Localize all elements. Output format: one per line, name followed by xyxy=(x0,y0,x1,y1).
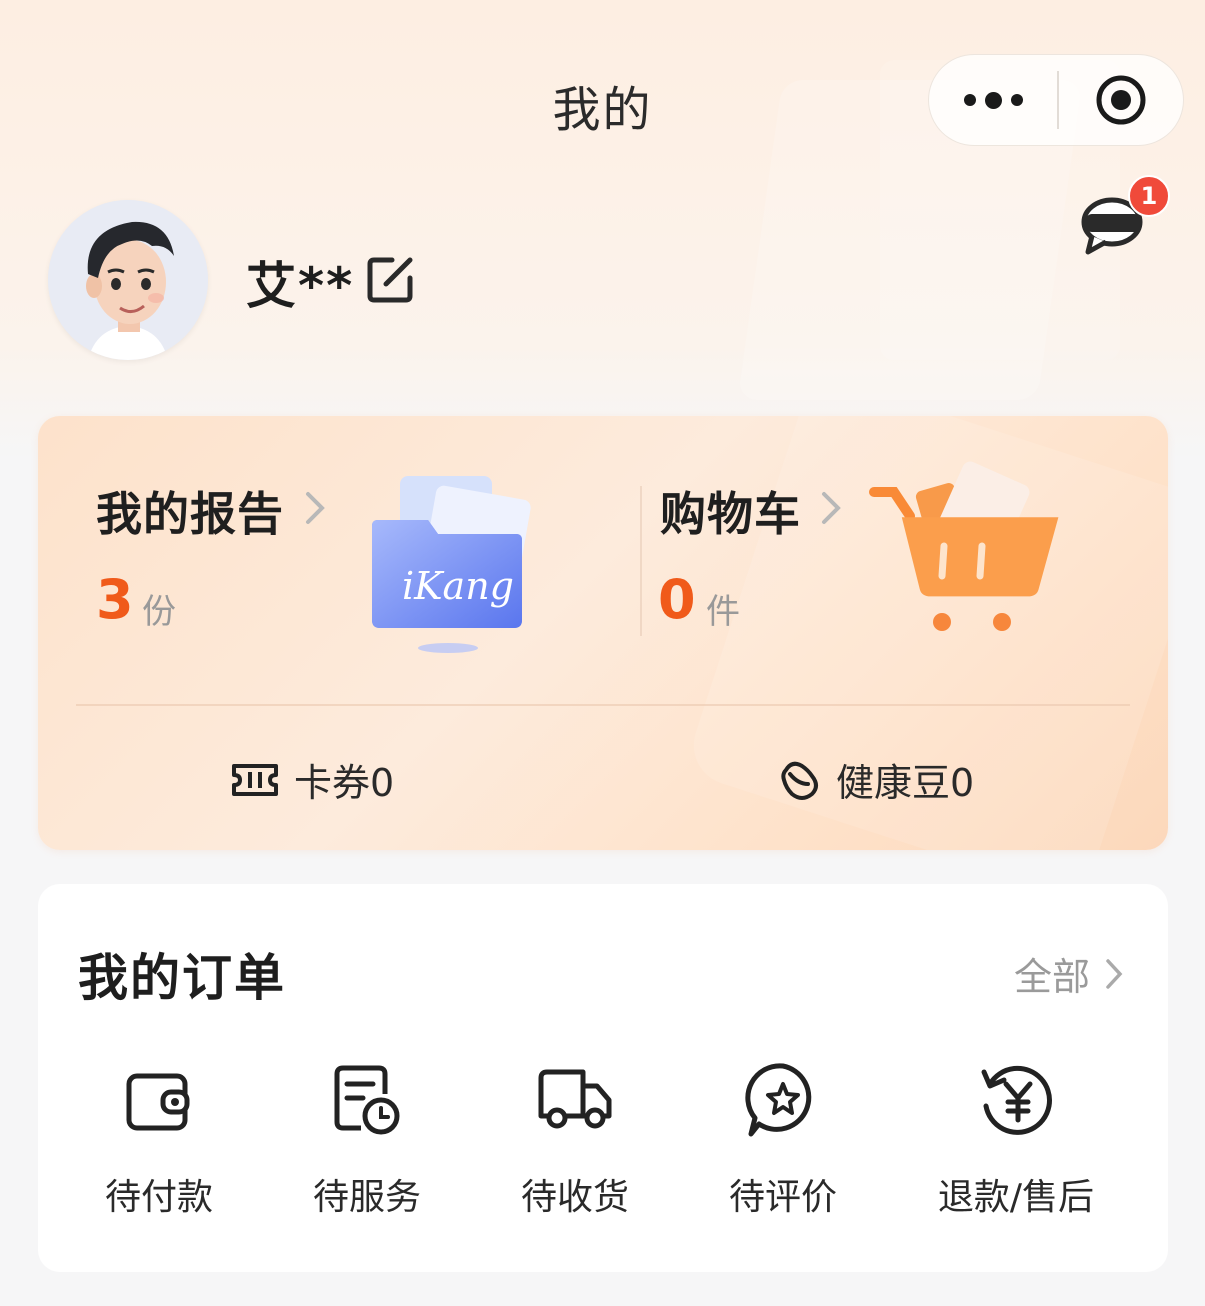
cart-count: 0 xyxy=(658,568,696,631)
my-page: 我的 1 艾** 我的报告 3 份 iKang 购物车 0 件 卡券0 健康豆0… xyxy=(0,0,1205,1306)
health-beans-entry[interactable]: 健康豆0 xyxy=(778,752,974,807)
orders-card: 我的订单 全部 待付款 待服务 待收货 待评价 退款/售后 xyxy=(38,884,1168,1272)
shopping-cart-title[interactable]: 购物车 xyxy=(660,478,801,544)
orders-title: 我的订单 xyxy=(78,949,286,1007)
bean-icon xyxy=(781,761,818,800)
more-dots-icon[interactable] xyxy=(929,54,1057,146)
order-status-refund[interactable]: 退款/售后 xyxy=(936,1060,1096,1220)
summary-card: 我的报告 3 份 iKang 购物车 0 件 卡券0 健康豆0 xyxy=(38,416,1168,850)
order-label: 待服务 xyxy=(312,1177,421,1218)
order-status-pending-service[interactable]: 待服务 xyxy=(312,1060,422,1220)
summary-horizontal-divider xyxy=(76,704,1130,706)
summary-vertical-divider xyxy=(640,486,642,636)
target-circle-icon[interactable] xyxy=(1059,54,1183,146)
order-label: 待评价 xyxy=(728,1177,837,1218)
order-label: 待收货 xyxy=(520,1177,629,1218)
view-all-label: 全部 xyxy=(1014,955,1091,999)
my-report-title[interactable]: 我的报告 xyxy=(96,478,284,544)
refund-yen-icon xyxy=(981,1065,1052,1135)
message-badge: 1 xyxy=(1128,175,1170,217)
chevron-right-icon-3 xyxy=(1106,958,1123,989)
report-count: 3 xyxy=(96,568,134,631)
health-beans-label: 健康豆0 xyxy=(836,761,975,805)
coupons-label: 卡券0 xyxy=(294,761,395,805)
view-all-orders-link[interactable]: 全部 xyxy=(1014,946,1124,1001)
ticket-icon xyxy=(232,763,278,796)
chevron-right-icon-2 xyxy=(822,492,841,524)
wallet-icon xyxy=(126,1073,190,1131)
coupons-entry[interactable]: 卡券0 xyxy=(230,752,394,807)
cart-unit: 件 xyxy=(706,592,740,632)
order-label: 退款/售后 xyxy=(937,1177,1095,1218)
avatar[interactable] xyxy=(48,200,208,360)
order-status-pending-review[interactable]: 待评价 xyxy=(728,1060,838,1220)
user-name: 艾** xyxy=(246,257,355,315)
document-clock-icon xyxy=(334,1065,400,1135)
order-status-pending-payment[interactable]: 待付款 xyxy=(104,1060,214,1220)
order-label: 待付款 xyxy=(104,1177,213,1218)
star-bubble-icon xyxy=(745,1063,812,1137)
cart-illustration-icon xyxy=(869,461,1059,631)
edit-icon[interactable] xyxy=(364,252,418,306)
ikang-logo-text: iKang xyxy=(402,564,514,608)
order-status-pending-delivery[interactable]: 待收货 xyxy=(520,1060,630,1220)
chevron-right-icon xyxy=(306,492,325,524)
truck-icon xyxy=(538,1069,612,1129)
report-unit: 份 xyxy=(142,592,176,632)
mini-program-capsule xyxy=(928,54,1184,146)
